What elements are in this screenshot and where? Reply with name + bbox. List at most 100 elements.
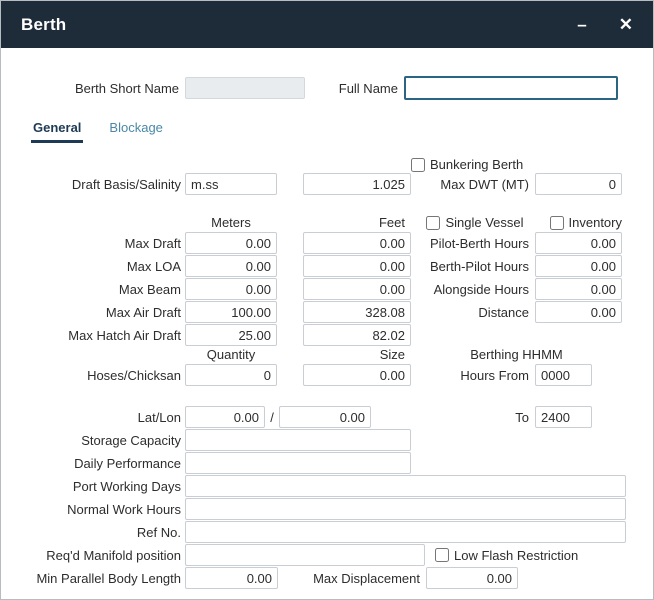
tab-general[interactable]: General — [31, 118, 83, 143]
alongside-hours-input[interactable] — [535, 278, 622, 300]
hours-from-label: Hours From — [411, 368, 535, 383]
reqd-manifold-label: Req'd Manifold position — [1, 548, 185, 563]
longitude-input[interactable] — [279, 406, 371, 428]
draft-basis-row: Draft Basis/Salinity Max DWT (MT) — [1, 173, 653, 195]
alongside-hours-label: Alongside Hours — [411, 282, 535, 297]
max-draft-row: Max Draft Pilot-Berth Hours — [1, 232, 653, 254]
bunkering-row: Bunkering Berth — [1, 157, 653, 172]
minimize-icon[interactable]: – — [577, 16, 586, 33]
draft-basis-label: Draft Basis/Salinity — [1, 177, 185, 192]
low-flash-restriction-label: Low Flash Restriction — [454, 548, 578, 563]
port-working-days-row: Port Working Days — [1, 475, 653, 497]
max-hatch-air-draft-label: Max Hatch Air Draft — [1, 328, 185, 343]
max-loa-feet-input[interactable] — [303, 255, 411, 277]
quantity-header-row: Quantity Size Berthing HHMM — [1, 347, 653, 362]
inventory-label: Inventory — [569, 215, 622, 230]
berthing-hhmm-header: Berthing HHMM — [411, 347, 622, 362]
berth-short-name-label: Berth Short Name — [1, 81, 185, 96]
single-vessel-group: Single Vessel — [426, 215, 523, 230]
salinity-input[interactable] — [303, 173, 411, 195]
daily-performance-label: Daily Performance — [1, 456, 185, 471]
inventory-group: Inventory — [550, 215, 622, 230]
bunkering-berth-label: Bunkering Berth — [430, 157, 523, 172]
close-icon[interactable]: ✕ — [619, 16, 633, 33]
latlon-separator: / — [265, 410, 279, 425]
max-draft-feet-input[interactable] — [303, 232, 411, 254]
window-buttons: – ✕ — [577, 16, 633, 33]
pilot-berth-hours-input[interactable] — [535, 232, 622, 254]
max-air-draft-meters-input[interactable] — [185, 301, 277, 323]
tab-blockage[interactable]: Blockage — [107, 118, 164, 143]
draft-basis-input[interactable] — [185, 173, 277, 195]
latitude-input[interactable] — [185, 406, 265, 428]
storage-capacity-label: Storage Capacity — [1, 433, 185, 448]
max-hatch-air-draft-meters-input[interactable] — [185, 324, 277, 346]
lat-lon-label: Lat/Lon — [1, 410, 185, 425]
tab-bar: General Blockage — [31, 118, 653, 143]
latlon-row: Lat/Lon / To — [1, 406, 653, 428]
max-displacement-label: Max Displacement — [278, 571, 426, 586]
max-draft-meters-input[interactable] — [185, 232, 277, 254]
single-vessel-label: Single Vessel — [445, 215, 523, 230]
dialog-titlebar: Berth – ✕ — [1, 1, 653, 48]
hoses-size-input[interactable] — [303, 364, 411, 386]
port-working-days-label: Port Working Days — [1, 479, 185, 494]
inventory-checkbox[interactable] — [550, 216, 564, 230]
berth-pilot-hours-input[interactable] — [535, 255, 622, 277]
daily-performance-input[interactable] — [185, 452, 411, 474]
feet-header: Feet — [303, 215, 411, 230]
to-label: To — [371, 410, 535, 425]
ref-no-row: Ref No. — [1, 521, 653, 543]
low-flash-restriction-checkbox[interactable] — [435, 548, 449, 562]
max-hatch-air-draft-feet-input[interactable] — [303, 324, 411, 346]
max-air-draft-label: Max Air Draft — [1, 305, 185, 320]
dialog-body: Berth Short Name Full Name General Block… — [1, 48, 653, 589]
storage-capacity-row: Storage Capacity — [1, 429, 653, 451]
name-row: Berth Short Name Full Name — [1, 76, 653, 100]
daily-performance-row: Daily Performance — [1, 452, 653, 474]
normal-work-hours-row: Normal Work Hours — [1, 498, 653, 520]
hours-from-input[interactable] — [535, 364, 592, 386]
max-loa-row: Max LOA Berth-Pilot Hours — [1, 255, 653, 277]
dialog-title: Berth — [21, 15, 66, 35]
berth-pilot-hours-label: Berth-Pilot Hours — [411, 259, 535, 274]
min-parallel-row: Min Parallel Body Length Max Displacemen… — [1, 567, 653, 589]
full-name-label: Full Name — [305, 81, 404, 96]
distance-input[interactable] — [535, 301, 622, 323]
bunkering-berth-checkbox[interactable] — [411, 158, 425, 172]
ref-no-label: Ref No. — [1, 525, 185, 540]
max-dwt-input[interactable] — [535, 173, 622, 195]
units-header-row: Meters Feet Single Vessel Inventory — [1, 215, 653, 230]
quantity-header: Quantity — [185, 347, 277, 362]
size-header: Size — [303, 347, 411, 362]
max-beam-meters-input[interactable] — [185, 278, 277, 300]
hoses-quantity-input[interactable] — [185, 364, 277, 386]
max-loa-meters-input[interactable] — [185, 255, 277, 277]
meters-header: Meters — [185, 215, 277, 230]
min-parallel-body-length-input[interactable] — [185, 567, 278, 589]
storage-capacity-input[interactable] — [185, 429, 411, 451]
ref-no-input[interactable] — [185, 521, 626, 543]
max-displacement-input[interactable] — [426, 567, 518, 589]
hoses-row: Hoses/Chicksan Hours From — [1, 364, 653, 386]
hoses-chicksan-label: Hoses/Chicksan — [1, 368, 185, 383]
reqd-manifold-row: Req'd Manifold position Low Flash Restri… — [1, 544, 653, 566]
min-parallel-body-length-label: Min Parallel Body Length — [1, 571, 185, 586]
max-loa-label: Max LOA — [1, 259, 185, 274]
berth-short-name-input — [185, 77, 305, 99]
max-beam-feet-input[interactable] — [303, 278, 411, 300]
max-air-draft-feet-input[interactable] — [303, 301, 411, 323]
distance-label: Distance — [411, 305, 535, 320]
max-dwt-label: Max DWT (MT) — [411, 177, 535, 192]
single-vessel-checkbox[interactable] — [426, 216, 440, 230]
hours-to-input[interactable] — [535, 406, 592, 428]
port-working-days-input[interactable] — [185, 475, 626, 497]
normal-work-hours-input[interactable] — [185, 498, 626, 520]
reqd-manifold-input[interactable] — [185, 544, 425, 566]
full-name-input[interactable] — [404, 76, 618, 100]
pilot-berth-hours-label: Pilot-Berth Hours — [411, 236, 535, 251]
max-beam-row: Max Beam Alongside Hours — [1, 278, 653, 300]
berth-dialog: Berth – ✕ Berth Short Name Full Name Gen… — [0, 0, 654, 600]
normal-work-hours-label: Normal Work Hours — [1, 502, 185, 517]
max-hatch-air-draft-row: Max Hatch Air Draft — [1, 324, 653, 346]
